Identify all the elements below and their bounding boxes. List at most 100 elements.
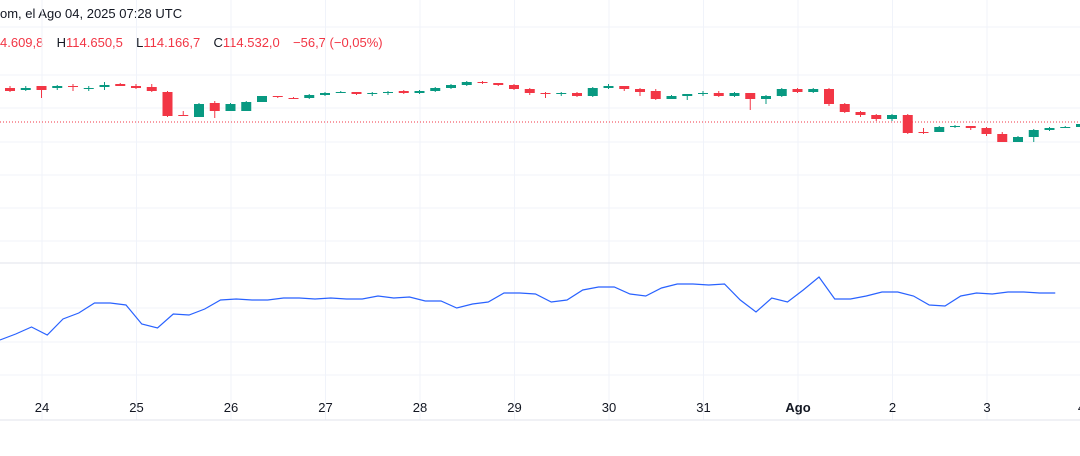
candle-body [792, 89, 803, 92]
x-tick-label: 25 [129, 400, 143, 415]
x-tick-label: 31 [696, 400, 710, 415]
candle [5, 86, 15, 92]
candle-body [635, 89, 645, 92]
candle [650, 89, 661, 100]
candle-body [965, 126, 976, 128]
candle [272, 96, 283, 98]
candle-body [902, 115, 913, 133]
candle [446, 84, 456, 89]
candle-body [950, 126, 960, 127]
candle-body [5, 88, 15, 91]
candle-body [556, 93, 567, 94]
candle-body [493, 83, 504, 85]
candle-body [398, 91, 409, 93]
candle-body [241, 102, 252, 111]
candle-body [320, 93, 330, 95]
candle [902, 114, 913, 134]
candle [761, 95, 771, 104]
candle [587, 87, 598, 97]
candle-body [997, 134, 1008, 142]
price-chart[interactable]: 2425262728293031Ago234 [0, 0, 1080, 456]
candle [540, 92, 551, 98]
candle [351, 92, 362, 95]
candle-body [52, 86, 63, 88]
candle-body [414, 91, 425, 93]
candle-body [776, 89, 787, 96]
candle-body [871, 115, 882, 119]
candle [115, 83, 126, 86]
candle [194, 103, 204, 117]
candle-series [5, 81, 1080, 142]
candle-body [257, 96, 267, 102]
x-tick-label: 27 [318, 400, 332, 415]
chart-grid [0, 0, 1080, 420]
candle-body [225, 104, 236, 111]
candle [430, 87, 441, 92]
candle [257, 96, 267, 102]
candle [635, 88, 645, 96]
candle-body [698, 93, 708, 94]
x-tick-label: 26 [224, 400, 238, 415]
x-tick-label: Ago [785, 400, 810, 415]
candle [792, 88, 803, 93]
candle [682, 94, 693, 100]
candle [572, 92, 582, 97]
candle-body [351, 92, 362, 94]
candle [934, 126, 945, 132]
candle [981, 127, 992, 136]
candle-body [761, 96, 771, 99]
candle-body [824, 89, 834, 104]
candle-body [524, 89, 535, 93]
candle-body [477, 82, 488, 83]
candle-body [304, 95, 315, 98]
candle-body [981, 128, 992, 134]
candle-body [1060, 127, 1071, 128]
candle [950, 125, 960, 128]
candle [871, 114, 882, 121]
candle-body [430, 88, 441, 91]
candle-body [194, 104, 204, 117]
candle-body [650, 91, 661, 99]
candle-body [603, 86, 614, 88]
candle-body [272, 96, 283, 97]
candle-body [446, 85, 456, 88]
candle-body [383, 92, 393, 93]
candle [288, 97, 299, 99]
candle [131, 84, 141, 89]
candle [808, 88, 819, 93]
candle [383, 91, 393, 95]
x-tick-label: 30 [602, 400, 616, 415]
candle [1028, 129, 1039, 142]
candle [824, 88, 834, 106]
candle-body [1028, 130, 1039, 137]
candle [241, 101, 252, 111]
candle-body [1013, 137, 1023, 142]
candle [556, 92, 567, 96]
candle-body [1044, 128, 1055, 130]
candle-body [1076, 124, 1080, 127]
candle-body [855, 112, 866, 115]
candle [524, 88, 535, 95]
candle-body [20, 88, 31, 90]
candle [698, 91, 708, 96]
candle-body [587, 88, 598, 96]
candle [20, 86, 31, 91]
candle-body [335, 92, 346, 93]
candle [729, 92, 740, 97]
candle-body [619, 86, 630, 89]
candle [1076, 124, 1080, 127]
candle [99, 82, 110, 90]
candle-body [115, 84, 126, 86]
x-tick-label: 2 [889, 400, 896, 415]
candle-body [367, 93, 378, 94]
time-axis: 2425262728293031Ago234 [35, 400, 1080, 415]
candle [1044, 127, 1055, 131]
candle [603, 84, 614, 89]
candle [414, 90, 425, 94]
candle-body [918, 132, 929, 133]
candle [713, 91, 724, 97]
candle-body [729, 93, 740, 96]
x-tick-label: 3 [983, 400, 990, 415]
candle-body [99, 85, 110, 87]
candle [225, 103, 236, 111]
